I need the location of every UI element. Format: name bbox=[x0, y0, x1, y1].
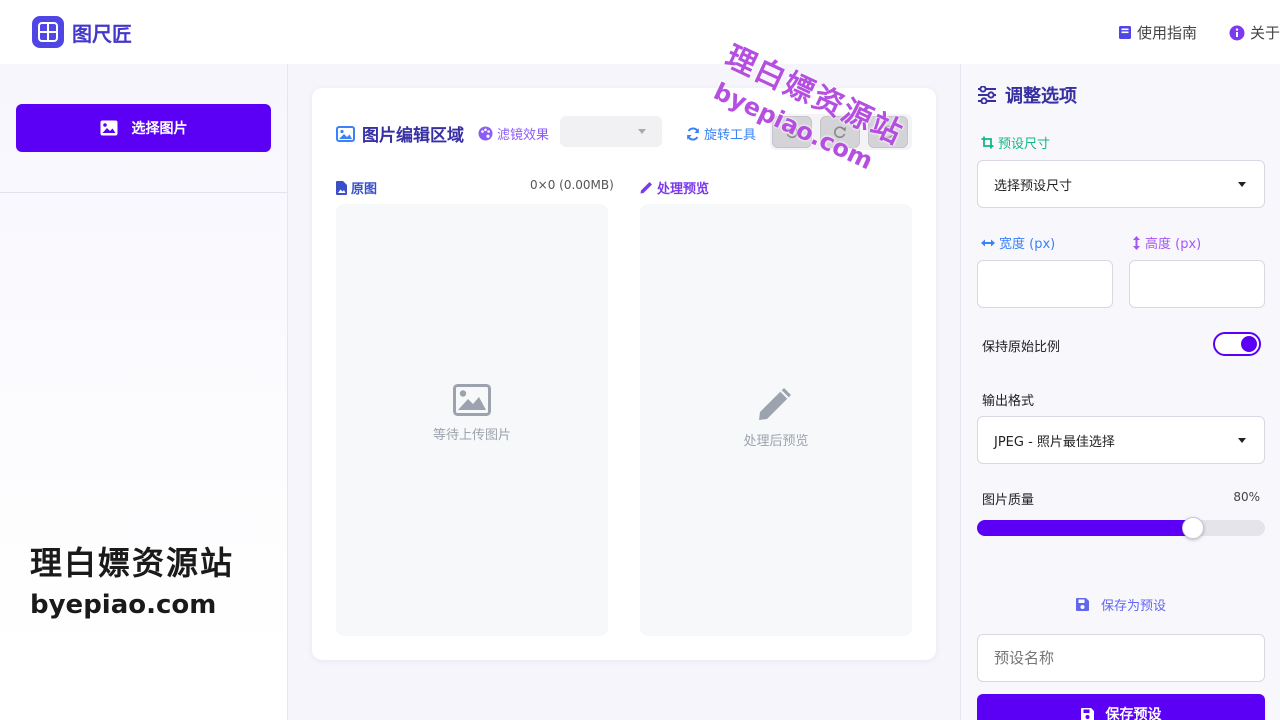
book-icon bbox=[1118, 26, 1131, 39]
height-label: 高度 (px) bbox=[1132, 233, 1201, 252]
image-size-info: 0×0 (0.00MB) bbox=[530, 178, 614, 192]
app-name: 图尺匠 bbox=[72, 21, 132, 46]
original-placeholder: 等待上传图片 bbox=[336, 384, 608, 443]
filter-select[interactable] bbox=[560, 116, 662, 147]
save-as-preset-text: 保存为预设 bbox=[1100, 599, 1166, 614]
preset-size-label-text: 预设尺寸 bbox=[998, 137, 1051, 152]
image-placeholder-icon bbox=[453, 384, 491, 416]
sliders-icon bbox=[978, 86, 996, 104]
save-icon bbox=[1080, 707, 1094, 720]
select-image-button[interactable]: 选择图片 bbox=[16, 104, 271, 152]
save-icon bbox=[1075, 598, 1089, 611]
options-title: 调整选项 bbox=[977, 82, 1077, 108]
preset-name-input[interactable] bbox=[977, 634, 1265, 682]
caret-down-icon bbox=[1238, 438, 1246, 443]
rotate-button-group bbox=[770, 114, 912, 150]
height-input[interactable] bbox=[1129, 260, 1265, 308]
save-preset-label: 保存预设 bbox=[1105, 707, 1162, 720]
preset-size-value: 选择预设尺寸 bbox=[994, 178, 1073, 194]
quality-slider-fill bbox=[977, 520, 1203, 536]
left-sidebar: 选择图片 理白嫖资源站 byepiao.com bbox=[0, 64, 288, 720]
original-placeholder-text: 等待上传图片 bbox=[432, 428, 511, 443]
rotate-label-text: 旋转工具 bbox=[704, 128, 757, 143]
options-title-text: 调整选项 bbox=[1005, 86, 1077, 107]
arrows-horizontal-icon bbox=[981, 239, 995, 246]
caret-down-icon bbox=[1238, 182, 1246, 187]
preset-size-label: 预设尺寸 bbox=[981, 133, 1050, 152]
width-input[interactable] bbox=[977, 260, 1113, 308]
pencil-icon bbox=[640, 182, 652, 194]
watermark-text: 理白嫖资源站 bbox=[30, 544, 235, 582]
arrows-vertical-icon bbox=[1133, 235, 1140, 250]
output-format-value: JPEG - 照片最佳选择 bbox=[994, 434, 1115, 450]
preview-pane-label: 处理预览 bbox=[640, 178, 709, 197]
app-header: 图尺匠 使用指南 关于 bbox=[0, 0, 1280, 64]
sync-icon bbox=[687, 126, 699, 141]
caret-down-icon bbox=[638, 129, 646, 134]
rotate-left-button[interactable] bbox=[772, 116, 812, 148]
keep-ratio-toggle[interactable] bbox=[1213, 332, 1261, 356]
info-icon bbox=[1229, 25, 1245, 40]
rotate-right-icon bbox=[834, 126, 846, 138]
image-icon bbox=[100, 120, 117, 136]
original-pane-label-text: 原图 bbox=[351, 182, 378, 197]
preview-placeholder: 处理后预览 bbox=[640, 384, 912, 449]
preset-size-select[interactable]: 选择预设尺寸 bbox=[977, 160, 1265, 208]
rotate-label: 旋转工具 bbox=[686, 124, 756, 143]
quality-slider[interactable] bbox=[977, 517, 1265, 539]
crop-icon bbox=[981, 136, 994, 149]
pencil-placeholder-icon bbox=[759, 388, 791, 420]
nav-about-label: 关于 bbox=[1249, 24, 1280, 42]
top-nav: 使用指南 关于 bbox=[1118, 22, 1280, 43]
select-image-label: 选择图片 bbox=[131, 121, 188, 137]
width-label: 宽度 (px) bbox=[981, 233, 1055, 252]
save-preset-button[interactable]: 保存预设 bbox=[977, 694, 1265, 720]
nav-guide-link[interactable]: 使用指南 bbox=[1118, 22, 1197, 43]
rotate-left-icon bbox=[786, 126, 798, 138]
save-as-preset-link[interactable]: 保存为预设 bbox=[961, 595, 1280, 614]
reset-rotation-button[interactable] bbox=[868, 116, 908, 148]
image-icon bbox=[336, 125, 355, 142]
output-format-label: 输出格式 bbox=[982, 394, 1035, 409]
preview-image-pane: 处理后预览 bbox=[640, 204, 912, 636]
output-format-select[interactable]: JPEG - 照片最佳选择 bbox=[977, 416, 1265, 464]
options-panel: 调整选项 预设尺寸 选择预设尺寸 宽度 (px) 高度 (px) 保持原始比例 … bbox=[960, 64, 1280, 720]
width-label-text: 宽度 (px) bbox=[999, 237, 1056, 252]
sidebar-divider bbox=[0, 192, 287, 193]
image-edit-card: 图片编辑区域 滤镜效果 旋转工具 原图 0×0 (0.00MB) 处理预览 等待… bbox=[312, 88, 936, 660]
rotate-right-button[interactable] bbox=[820, 116, 860, 148]
quality-value: 80% bbox=[1233, 490, 1260, 504]
original-pane-label: 原图 bbox=[336, 178, 377, 197]
preview-placeholder-text: 处理后预览 bbox=[743, 434, 809, 449]
file-image-icon bbox=[336, 180, 347, 195]
preview-pane-label-text: 处理预览 bbox=[657, 182, 710, 197]
editor-title-text: 图片编辑区域 bbox=[362, 126, 464, 146]
watermark-url: byepiao.com bbox=[30, 590, 217, 620]
toggle-knob bbox=[1241, 336, 1257, 352]
nav-about-link[interactable]: 关于 bbox=[1229, 22, 1280, 43]
original-image-pane[interactable]: 等待上传图片 bbox=[336, 204, 608, 636]
editor-title: 图片编辑区域 bbox=[336, 121, 464, 146]
grid-logo-icon bbox=[32, 16, 64, 48]
quality-label: 图片质量 bbox=[982, 493, 1035, 508]
filter-label: 滤镜效果 bbox=[478, 124, 549, 143]
palette-icon bbox=[478, 126, 493, 141]
sync-icon bbox=[882, 125, 894, 139]
app-logo[interactable]: 图尺匠 bbox=[32, 16, 132, 48]
height-label-text: 高度 (px) bbox=[1145, 237, 1202, 252]
quality-slider-thumb[interactable] bbox=[1182, 517, 1204, 539]
nav-guide-label: 使用指南 bbox=[1136, 24, 1197, 42]
keep-ratio-label: 保持原始比例 bbox=[982, 340, 1061, 355]
filter-label-text: 滤镜效果 bbox=[497, 128, 550, 143]
